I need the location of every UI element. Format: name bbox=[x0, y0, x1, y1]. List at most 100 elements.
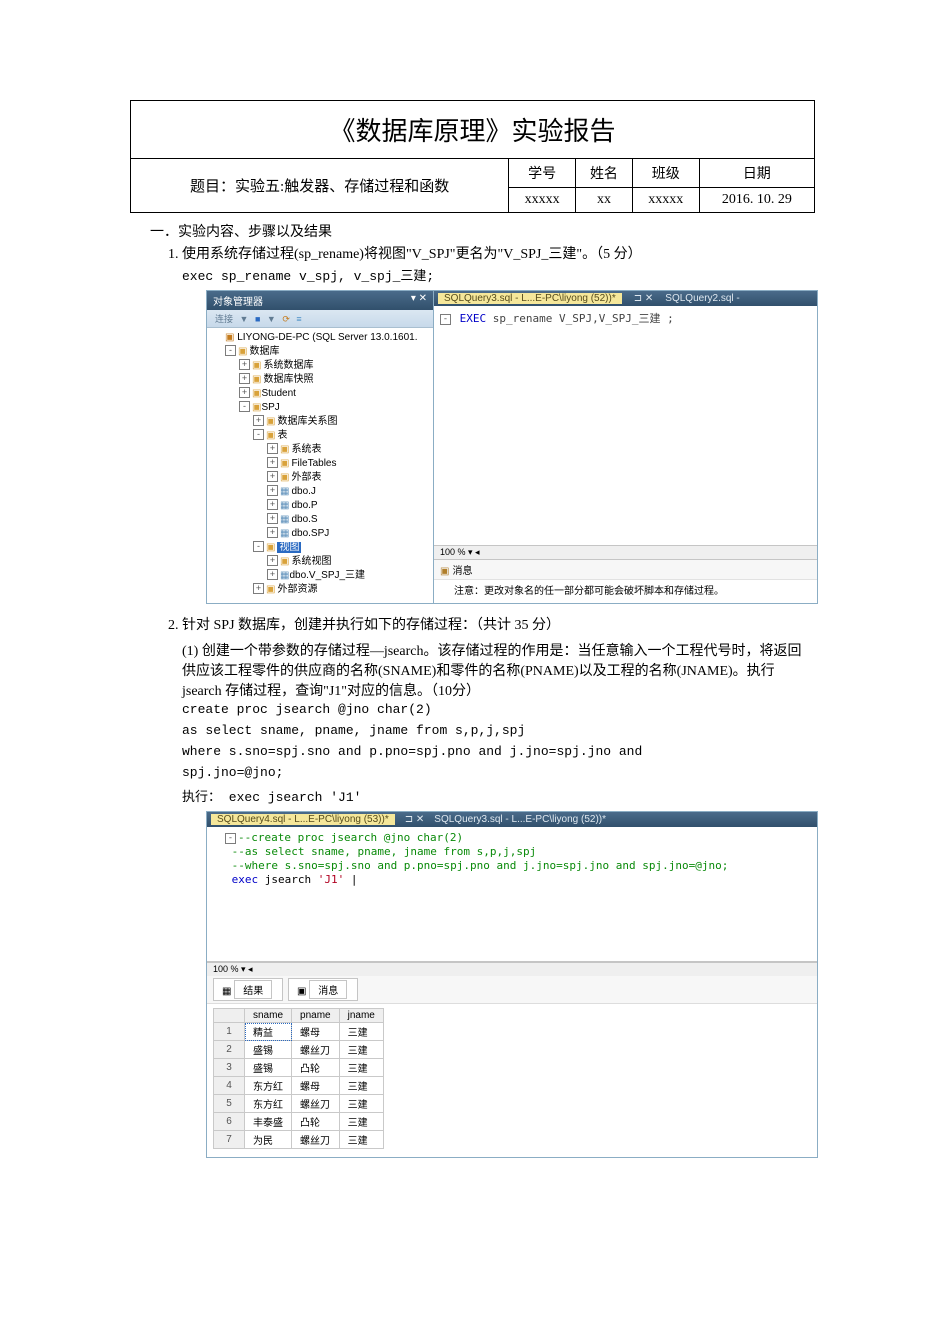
messages-tab[interactable]: ▣消息 bbox=[434, 559, 817, 580]
table-row[interactable]: 7为民螺丝刀三建 bbox=[214, 1131, 384, 1149]
val-name: xx bbox=[575, 188, 632, 213]
dropdown2-icon[interactable]: ▼ bbox=[267, 314, 276, 324]
spj-db-node[interactable]: SPJ bbox=[261, 402, 279, 413]
object-explorer: 对象管理器 ▾ ✕ 连接 ▼ ■ ▼ ⟳ ≡ ▣ LIYONG-DE-PC (S… bbox=[207, 291, 434, 603]
inactive-tab[interactable]: SQLQuery2.sql - bbox=[665, 293, 739, 304]
dropdown-icon[interactable]: ▼ bbox=[240, 314, 249, 324]
grid-cell[interactable]: 螺丝刀 bbox=[292, 1131, 340, 1149]
zoom-bar[interactable]: 100 % ▾ ◂ bbox=[434, 545, 817, 559]
q2-code-3: where s.sno=spj.sno and p.pno=spj.pno an… bbox=[182, 744, 815, 759]
zoom-bar-2[interactable]: 100 % ▾ ◂ bbox=[207, 962, 817, 976]
filetables-node[interactable]: FileTables bbox=[291, 458, 336, 469]
ed-proc-name: jsearch bbox=[258, 873, 318, 886]
server-node[interactable]: LIYONG-DE-PC (SQL Server 13.0.1601. bbox=[237, 332, 417, 343]
grid-cell[interactable]: 精益 bbox=[245, 1023, 292, 1041]
ssms-screenshot-2: SQLQuery4.sql - L...E-PC\liyong (53))* ⊐… bbox=[206, 811, 818, 1158]
result-tabs[interactable]: ▦ 结果 ▣ 消息 bbox=[207, 976, 817, 1004]
grid-cell[interactable]: 三建 bbox=[339, 1095, 383, 1113]
sql-editor-2[interactable]: ---create proc jsearch @jno char(2) --as… bbox=[207, 827, 817, 962]
tables-node[interactable]: 表 bbox=[277, 430, 287, 441]
editor-tabbar[interactable]: SQLQuery3.sql - L...E-PC\liyong (52))* ⊐… bbox=[434, 291, 817, 306]
active-tab[interactable]: SQLQuery3.sql - L...E-PC\liyong (52))* bbox=[438, 293, 622, 304]
refresh-icon[interactable]: ⟳ bbox=[282, 314, 290, 324]
sysdb-node[interactable]: 系统数据库 bbox=[263, 360, 313, 371]
grid-cell[interactable]: 三建 bbox=[339, 1041, 383, 1059]
sysviews-node[interactable]: 系统视图 bbox=[291, 556, 331, 567]
q2-code-1: create proc jsearch @jno char(2) bbox=[182, 702, 815, 717]
databases-node[interactable]: 数据库 bbox=[249, 346, 279, 357]
external-resources-node[interactable]: 外部资源 bbox=[277, 584, 317, 595]
grid-cell[interactable]: 凸轮 bbox=[292, 1059, 340, 1077]
grid-cell[interactable]: 东方红 bbox=[245, 1095, 292, 1113]
grid-cell[interactable]: 螺丝刀 bbox=[292, 1095, 340, 1113]
dbo-spj-node[interactable]: dbo.SPJ bbox=[291, 528, 329, 539]
table-row[interactable]: 6丰泰盛凸轮三建 bbox=[214, 1113, 384, 1131]
ed-exec-kw: exec bbox=[232, 873, 259, 886]
q2-intro: 针对 SPJ 数据库，创建并执行如下的存储过程：（共计 35 分） bbox=[182, 618, 560, 633]
list-icon[interactable]: ≡ bbox=[296, 314, 301, 324]
message-icon: ▣ bbox=[440, 566, 449, 577]
grid-cell[interactable]: 东方红 bbox=[245, 1077, 292, 1095]
val-id: xxxxx bbox=[509, 188, 576, 213]
systables-node[interactable]: 系统表 bbox=[291, 444, 321, 455]
ed-line-2: --as select sname, pname, jname from s,p… bbox=[232, 845, 537, 858]
table-row[interactable]: 3盛锡凸轮三建 bbox=[214, 1059, 384, 1077]
active-tab-2[interactable]: SQLQuery4.sql - L...E-PC\liyong (53))* bbox=[211, 814, 395, 825]
grid-cell[interactable]: 丰泰盛 bbox=[245, 1113, 292, 1131]
q2-code-5: 执行： exec jsearch 'J1' bbox=[182, 786, 815, 805]
ed-line-1: --create proc jsearch @jno char(2) bbox=[238, 831, 463, 844]
student-db-node[interactable]: Student bbox=[261, 388, 295, 399]
vspj-view-node[interactable]: dbo.V_SPJ_三建 bbox=[289, 570, 365, 581]
views-node[interactable]: 视图 bbox=[277, 542, 301, 553]
results-tab[interactable]: ▦ 结果 bbox=[213, 978, 283, 1001]
q1-text: 使用系统存储过程(sp_rename)将视图"V_SPJ"更名为"V_SPJ_三… bbox=[182, 247, 642, 262]
table-row[interactable]: 4东方红螺母三建 bbox=[214, 1077, 384, 1095]
table-row[interactable]: 2盛锡螺丝刀三建 bbox=[214, 1041, 384, 1059]
col-id: 学号 bbox=[509, 159, 576, 188]
col-sname[interactable]: sname bbox=[245, 1009, 292, 1023]
grid-cell[interactable]: 三建 bbox=[339, 1113, 383, 1131]
grid-cell[interactable]: 螺母 bbox=[292, 1077, 340, 1095]
grid-cell[interactable]: 螺丝刀 bbox=[292, 1041, 340, 1059]
grid-cell[interactable]: 盛锡 bbox=[245, 1059, 292, 1077]
messages-tab-2[interactable]: ▣ 消息 bbox=[288, 978, 358, 1001]
q2-code-4: spj.jno=@jno; bbox=[182, 765, 815, 780]
grid-cell[interactable]: 三建 bbox=[339, 1023, 383, 1041]
col-jname[interactable]: jname bbox=[339, 1009, 383, 1023]
grid-cell[interactable]: 凸轮 bbox=[292, 1113, 340, 1131]
grid-cell[interactable]: 三建 bbox=[339, 1131, 383, 1149]
ed-arg: 'J1' bbox=[318, 873, 345, 886]
grid-cell[interactable]: 螺母 bbox=[292, 1023, 340, 1041]
sql-editor[interactable]: - EXEC sp_rename V_SPJ,V_SPJ_三建 ; bbox=[434, 306, 817, 545]
grid-cell[interactable]: 盛锡 bbox=[245, 1041, 292, 1059]
dbo-j-node[interactable]: dbo.J bbox=[291, 486, 315, 497]
inactive-tab-2[interactable]: SQLQuery3.sql - L...E-PC\liyong (52))* bbox=[434, 814, 606, 825]
table-row[interactable]: 5东方红螺丝刀三建 bbox=[214, 1095, 384, 1113]
sql-keyword: EXEC bbox=[460, 312, 487, 325]
dbo-p-node[interactable]: dbo.P bbox=[291, 500, 317, 511]
row-number: 3 bbox=[214, 1059, 245, 1077]
dbo-s-node[interactable]: dbo.S bbox=[291, 514, 317, 525]
object-tree[interactable]: ▣ LIYONG-DE-PC (SQL Server 13.0.1601. -▣… bbox=[207, 328, 433, 603]
connect-icon[interactable]: 连接 bbox=[215, 314, 233, 324]
filter-icon[interactable]: ■ bbox=[255, 314, 260, 324]
object-explorer-title: 对象管理器 ▾ ✕ bbox=[207, 291, 433, 310]
val-date: 2016. 10. 29 bbox=[699, 188, 814, 213]
grid-cell[interactable]: 三建 bbox=[339, 1059, 383, 1077]
diagrams-node[interactable]: 数据库关系图 bbox=[277, 416, 337, 427]
col-name: 姓名 bbox=[575, 159, 632, 188]
topic-cell: 题目：实验五:触发器、存储过程和函数 bbox=[131, 159, 509, 213]
col-pname[interactable]: pname bbox=[292, 1009, 340, 1023]
results-grid[interactable]: sname pname jname 1精益螺母三建2盛锡螺丝刀三建3盛锡凸轮三建… bbox=[213, 1008, 384, 1149]
section-heading: 一．实验内容、步骤以及结果 bbox=[150, 221, 815, 241]
object-explorer-toolbar[interactable]: 连接 ▼ ■ ▼ ⟳ ≡ bbox=[207, 310, 433, 328]
external-tables-node[interactable]: 外部表 bbox=[291, 472, 321, 483]
row-number: 2 bbox=[214, 1041, 245, 1059]
grid-cell[interactable]: 为民 bbox=[245, 1131, 292, 1149]
table-row[interactable]: 1精益螺母三建 bbox=[214, 1023, 384, 1041]
q1-code: exec sp_rename v_spj, v_spj_三建; bbox=[182, 265, 815, 284]
grid-cell[interactable]: 三建 bbox=[339, 1077, 383, 1095]
col-date: 日期 bbox=[699, 159, 814, 188]
snap-node[interactable]: 数据库快照 bbox=[263, 374, 313, 385]
editor-tabbar-2[interactable]: SQLQuery4.sql - L...E-PC\liyong (53))* ⊐… bbox=[207, 812, 817, 827]
